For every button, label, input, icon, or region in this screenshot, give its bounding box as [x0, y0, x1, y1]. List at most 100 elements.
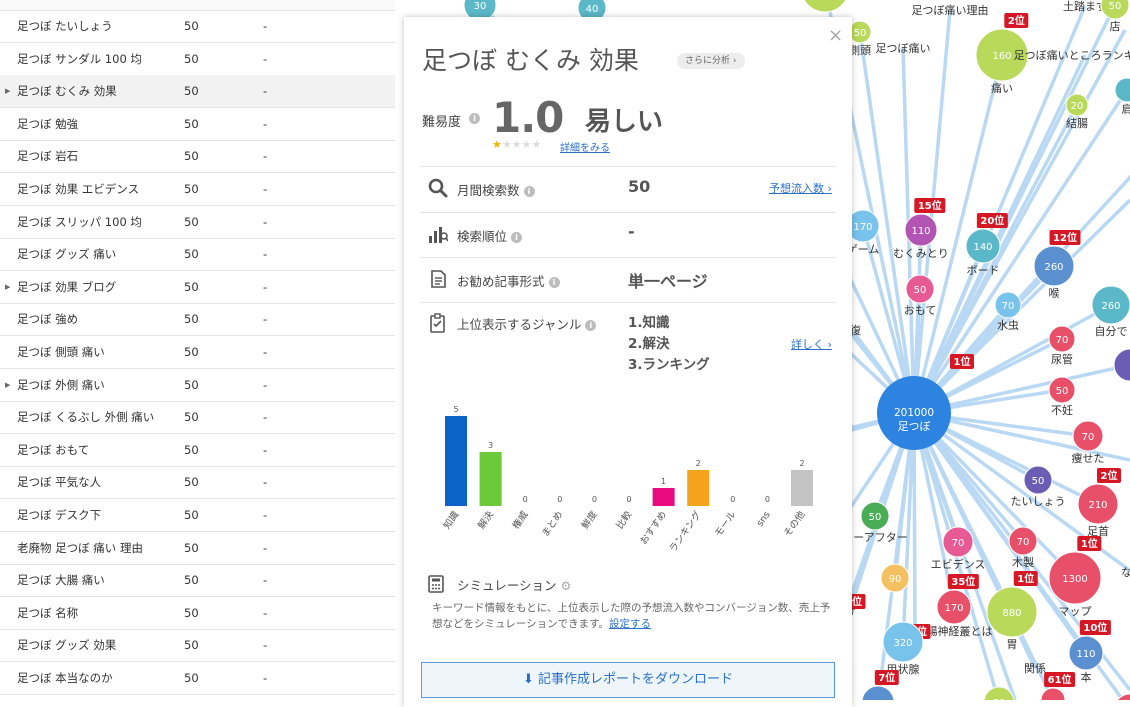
chart-bar	[791, 470, 813, 506]
difficulty-detail-link[interactable]: 詳細をみる	[560, 139, 610, 154]
keyword-row[interactable]: 足つぼ 岩石50-	[0, 140, 395, 173]
keyword-volume: 50	[184, 238, 199, 270]
graph-node-label: 不妊	[1051, 403, 1073, 417]
more-analysis-button[interactable]: さらに分析 ›	[677, 53, 745, 69]
gear-icon[interactable]: ⚙	[561, 579, 572, 593]
keyword-rank: -	[263, 173, 267, 205]
keyword-row[interactable]: 足つぼ くるぶし 外側 痛い50-	[0, 401, 395, 434]
keyword-row[interactable]: 足つぼ 強め50-	[0, 303, 395, 336]
keyword-rank: -	[263, 238, 267, 270]
keyword-row[interactable]: ▶足つぼ 効果 ブログ50-	[0, 271, 395, 304]
graph-node-label: 肩	[1122, 102, 1130, 116]
keyword-row[interactable]: 足つぼ スリッパ 100 均50-	[0, 206, 395, 239]
keyword-row[interactable]: 足つぼ 勉強50-	[0, 108, 395, 141]
graph-node-label: たいしょう	[1011, 495, 1066, 508]
keyword-row[interactable]: 足つぼ デスク下50-	[0, 499, 395, 532]
keyword-volume: 50	[184, 369, 199, 401]
keyword-volume: 50	[184, 466, 199, 498]
chart-category-label: まとめ	[540, 509, 565, 539]
keyword-rank: -	[263, 532, 267, 564]
keyword-volume: 50	[184, 140, 199, 172]
graph-node-label: なく	[1121, 566, 1130, 579]
keyword-row[interactable]: 足つぼ 平気な人50-	[0, 466, 395, 499]
graph-node-label: 胃	[1007, 638, 1018, 651]
keyword-row[interactable]: 足つぼ 効果 エビデンス50-	[0, 173, 395, 206]
graph-node-value: 70	[1002, 301, 1015, 312]
search-rank-value: -	[628, 222, 635, 241]
chart-category-label: ランキング	[667, 508, 704, 554]
info-icon[interactable]: i	[469, 113, 480, 124]
graph-node-label: 側頭	[849, 44, 871, 57]
keyword-row[interactable]: 足つぼ 本当なのか50-	[0, 662, 395, 695]
rank-badge-text: 7位	[878, 671, 895, 684]
keyword-text: 足つぼ 平気な人	[17, 466, 101, 498]
info-icon[interactable]: i	[549, 277, 560, 288]
download-report-button[interactable]: ⬇ 記事作成レポートをダウンロード	[421, 662, 835, 698]
graph-node[interactable]	[1041, 688, 1065, 700]
graph-node[interactable]	[1114, 694, 1130, 700]
rank-badge-text: 35位	[951, 575, 975, 588]
top-genre-list: 1.知識 2.解決 3.ランキング	[628, 313, 710, 376]
keyword-row[interactable]: 足つぼ グッズ 痛い50-	[0, 238, 395, 271]
close-icon[interactable]: ×	[828, 25, 843, 46]
graph-node-label: 痛い	[991, 81, 1013, 95]
keyword-rank: -	[263, 206, 267, 238]
keyword-rank: -	[263, 662, 267, 694]
keyword-text: 足つぼ 外側 痛い	[17, 369, 105, 401]
keyword-volume: 50	[184, 206, 199, 238]
keyword-volume: 50	[184, 401, 199, 433]
keyword-row[interactable]: 足つぼ おもて50-	[0, 434, 395, 467]
keyword-row[interactable]: 足つぼ サンダル 100 均50-	[0, 43, 395, 76]
monthly-search-label-wrap: 月間検索数 i	[457, 180, 535, 199]
graph-node-value: 110	[1076, 649, 1095, 660]
keyword-text: 足つぼ 大腸 痛い	[17, 564, 105, 596]
graph-node-label: 土踏まず	[1063, 0, 1107, 13]
info-icon[interactable]: i	[524, 186, 535, 197]
graph-node-value: 70	[952, 538, 965, 549]
chevron-right-icon: ›	[733, 56, 737, 66]
divider	[420, 302, 836, 303]
expected-traffic-link[interactable]: 予想流入数 ›	[769, 180, 832, 196]
graph-node-value: 210	[1088, 500, 1107, 511]
graph-node[interactable]	[1115, 78, 1130, 102]
genre-detail-link[interactable]: 詳しく ›	[791, 336, 832, 352]
keyword-rank: -	[263, 629, 267, 661]
keyword-rank: -	[263, 499, 267, 531]
graph-node[interactable]	[801, 0, 849, 12]
keyword-text: 足つぼ 名称	[17, 597, 78, 629]
graph-node-value: 260	[1044, 262, 1063, 273]
expand-arrow-icon[interactable]: ▶	[5, 369, 10, 401]
keyword-row[interactable]: 足つぼ 側頭 痛い50-	[0, 336, 395, 369]
keyword-row[interactable]: ▶足つぼ むくみ 効果50-	[0, 75, 395, 108]
keyword-row[interactable]: 足つぼ 大腸 痛い50-	[0, 564, 395, 597]
chart-value-label: 0	[592, 495, 597, 504]
article-format-label: お勧め記事形式	[457, 274, 545, 289]
graph-node-value: 50	[854, 28, 867, 39]
expand-arrow-icon[interactable]: ▶	[5, 271, 10, 303]
keyword-row[interactable]: 足つぼ 名称50-	[0, 597, 395, 630]
graph-node-value: 70	[1082, 432, 1095, 443]
simulation-settings-link[interactable]: 設定する	[609, 618, 651, 630]
keyword-row[interactable]: 老廃物 足つぼ 痛い 理由50-	[0, 532, 395, 565]
keyword-row[interactable]: ▶足つぼ 外側 痛い50-	[0, 369, 395, 402]
graph-node-value: 160	[992, 51, 1011, 62]
rank-badge-text: 1位	[1017, 572, 1034, 585]
keyword-text: 足つぼ デスク下	[17, 499, 101, 531]
info-icon[interactable]: i	[511, 232, 522, 243]
genre-item: 3.ランキング	[628, 355, 710, 376]
graph-node[interactable]	[862, 686, 894, 700]
keyword-text: 老廃物 足つぼ 痛い 理由	[17, 532, 143, 564]
graph-node-label: 結腸	[1066, 116, 1088, 130]
chart-category-label: 鮮度	[579, 508, 600, 531]
keyword-row[interactable]: 足つぼ グッズ 効果50-	[0, 629, 395, 662]
keyword-row[interactable]: 足つぼ たいしょう50-	[0, 10, 395, 43]
monthly-search-value: 50	[628, 177, 650, 196]
expand-arrow-icon[interactable]: ▶	[5, 75, 10, 107]
info-icon[interactable]: i	[585, 320, 596, 331]
divider	[420, 166, 836, 167]
graph-node-label: 足つぼ	[898, 420, 931, 433]
chart-value-label: 2	[799, 459, 804, 468]
graph-node[interactable]	[1114, 349, 1130, 381]
download-icon: ⬇	[523, 672, 534, 687]
chart-value-label: 0	[523, 495, 528, 504]
